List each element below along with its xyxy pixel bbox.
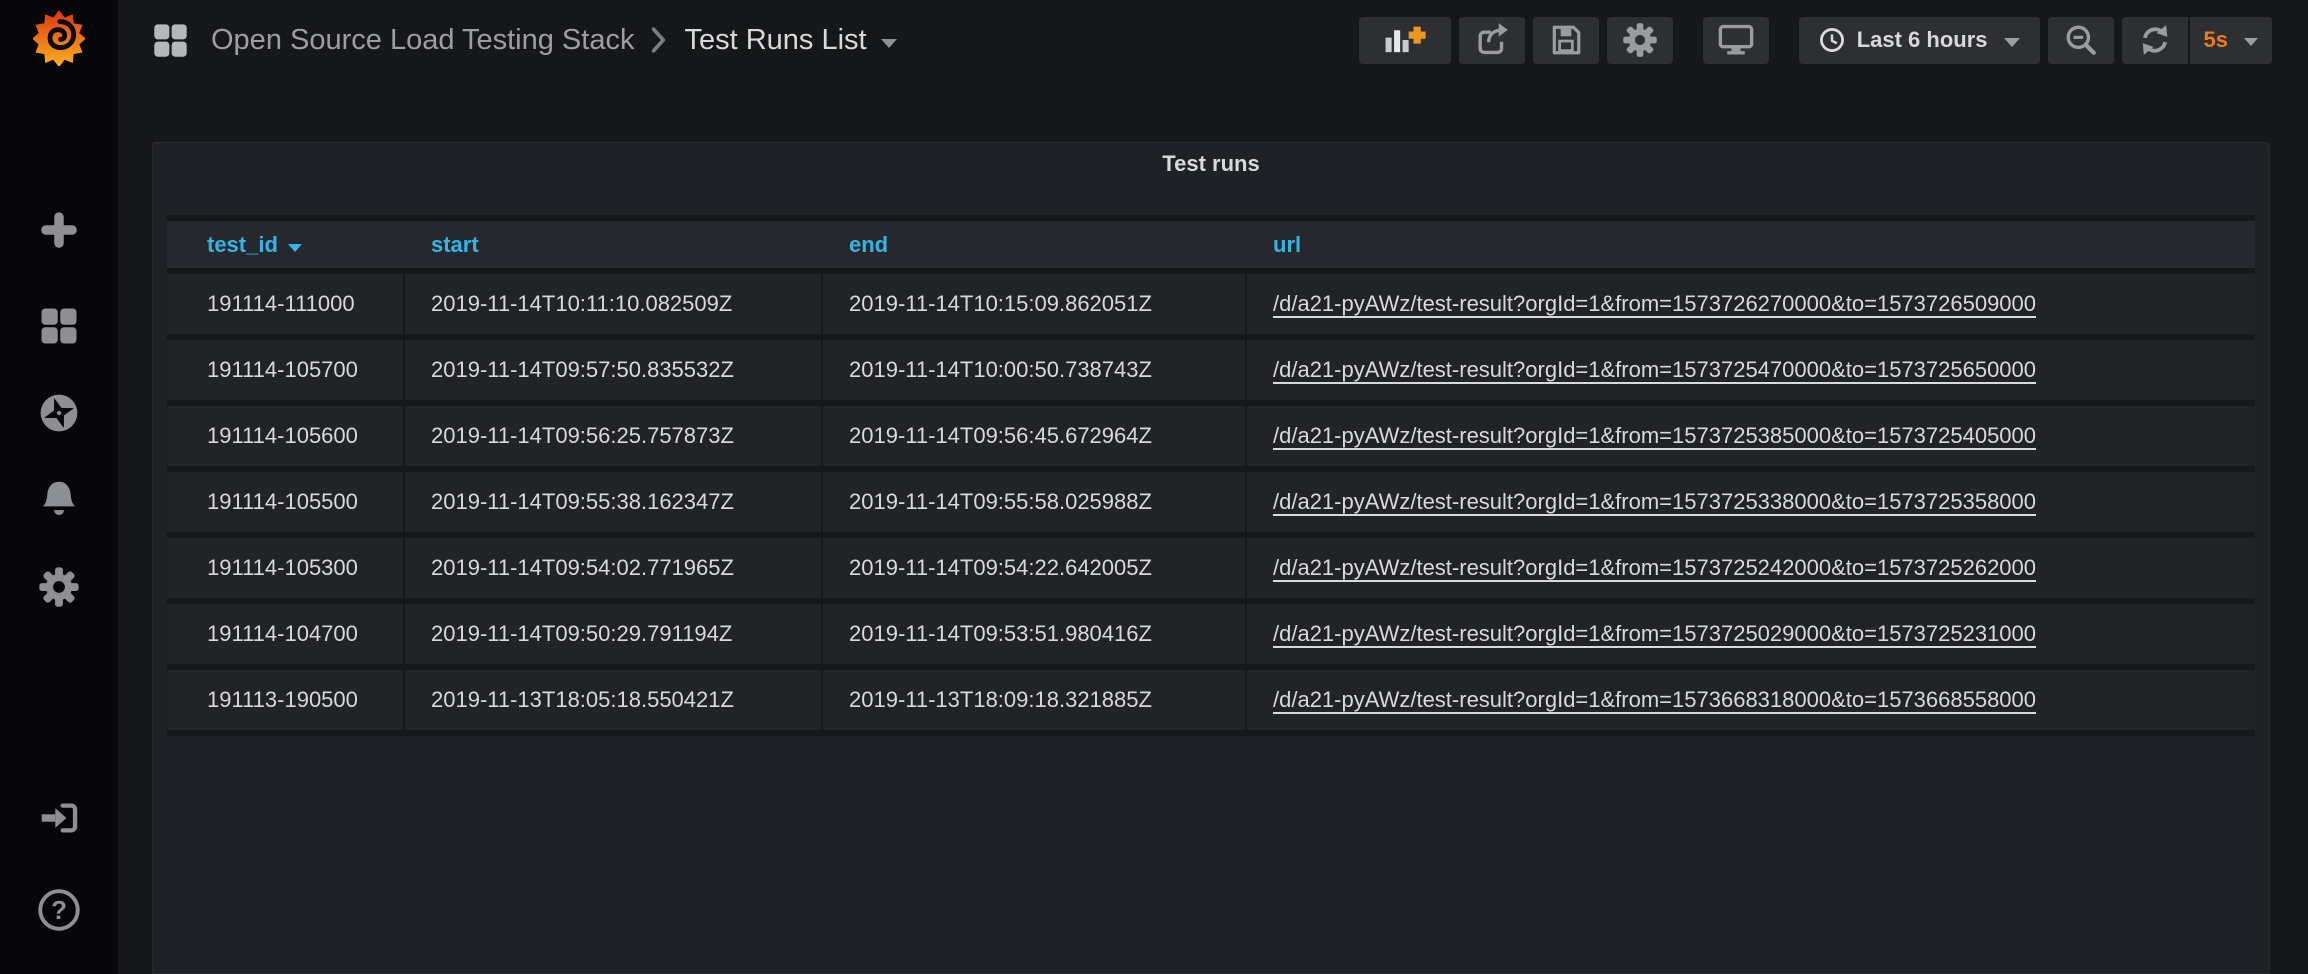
cell-test-id: 191114-105600 xyxy=(167,406,405,466)
url-link[interactable]: /d/a21-pyAWz/test-result?orgId=1&from=15… xyxy=(1273,621,2036,646)
grafana-logo[interactable] xyxy=(0,8,118,66)
url-link[interactable]: /d/a21-pyAWz/test-result?orgId=1&from=15… xyxy=(1273,687,2036,712)
chevron-down-icon xyxy=(2244,38,2258,46)
breadcrumb-chevron-icon xyxy=(650,26,668,54)
cell-url: /d/a21-pyAWz/test-result?orgId=1&from=15… xyxy=(1247,274,2255,334)
navbar-actions: Last 6 hours 5s xyxy=(1351,17,2272,64)
cell-url: /d/a21-pyAWz/test-result?orgId=1&from=15… xyxy=(1247,538,2255,598)
cell-test-id: 191114-111000 xyxy=(167,274,405,334)
cell-start: 2019-11-14T09:50:29.791194Z xyxy=(405,604,823,664)
table-row: 191114-105500 2019-11-14T09:55:38.162347… xyxy=(167,472,2255,532)
share-button[interactable] xyxy=(1459,17,1525,64)
cell-test-id: 191114-104700 xyxy=(167,604,405,664)
url-link[interactable]: /d/a21-pyAWz/test-result?orgId=1&from=15… xyxy=(1273,357,2036,382)
url-link[interactable]: /d/a21-pyAWz/test-result?orgId=1&from=15… xyxy=(1273,291,2036,316)
create-icon[interactable] xyxy=(0,211,118,249)
add-panel-button[interactable] xyxy=(1359,17,1451,64)
cell-start: 2019-11-14T09:56:25.757873Z xyxy=(405,406,823,466)
table-header-row: test_id start end url xyxy=(167,221,2255,268)
save-button[interactable] xyxy=(1533,17,1599,64)
cell-start: 2019-11-14T09:54:02.771965Z xyxy=(405,538,823,598)
url-link[interactable]: /d/a21-pyAWz/test-result?orgId=1&from=15… xyxy=(1273,555,2036,580)
column-header-start[interactable]: start xyxy=(405,221,823,268)
cell-url: /d/a21-pyAWz/test-result?orgId=1&from=15… xyxy=(1247,472,2255,532)
cell-test-id: 191114-105500 xyxy=(167,472,405,532)
table-row: 191114-105600 2019-11-14T09:56:25.757873… xyxy=(167,406,2255,466)
cell-end: 2019-11-14T09:53:51.980416Z xyxy=(823,604,1247,664)
cell-end: 2019-11-14T09:56:45.672964Z xyxy=(823,406,1247,466)
explore-icon[interactable] xyxy=(0,392,118,434)
svg-text:?: ? xyxy=(51,897,67,925)
table-row: 191114-111000 2019-11-14T10:11:10.082509… xyxy=(167,274,2255,334)
cell-start: 2019-11-14T09:55:38.162347Z xyxy=(405,472,823,532)
cell-end: 2019-11-13T18:09:18.321885Z xyxy=(823,670,1247,730)
tv-mode-button[interactable] xyxy=(1703,17,1769,64)
alerting-icon[interactable] xyxy=(0,478,118,520)
test-runs-panel: Test runs test_id start end url 191114-1… xyxy=(152,142,2270,974)
chevron-down-icon xyxy=(2004,38,2020,47)
cell-end: 2019-11-14T10:15:09.862051Z xyxy=(823,274,1247,334)
table-body: 191114-111000 2019-11-14T10:11:10.082509… xyxy=(167,274,2255,730)
apps-grid-icon[interactable] xyxy=(152,22,189,59)
url-link[interactable]: /d/a21-pyAWz/test-result?orgId=1&from=15… xyxy=(1273,423,2036,448)
cell-end: 2019-11-14T10:00:50.738743Z xyxy=(823,340,1247,400)
help-icon[interactable]: ? xyxy=(0,888,118,932)
time-range-picker[interactable]: Last 6 hours xyxy=(1799,17,2040,64)
table-row: 191113-190500 2019-11-13T18:05:18.550421… xyxy=(167,670,2255,730)
sign-in-icon[interactable] xyxy=(0,798,118,838)
sort-desc-icon xyxy=(288,244,302,252)
refresh-picker: 5s xyxy=(2122,17,2272,64)
zoom-out-button[interactable] xyxy=(2048,17,2114,64)
clock-icon xyxy=(1819,27,1845,53)
table-row: 191114-104700 2019-11-14T09:50:29.791194… xyxy=(167,604,2255,664)
table-row: 191114-105300 2019-11-14T09:54:02.771965… xyxy=(167,538,2255,598)
cell-end: 2019-11-14T09:54:22.642005Z xyxy=(823,538,1247,598)
panel-title[interactable]: Test runs xyxy=(153,143,2269,185)
sidebar: ? xyxy=(0,0,118,974)
refresh-interval-dropdown[interactable]: 5s xyxy=(2190,17,2272,64)
breadcrumb-dashboard-folder[interactable]: Open Source Load Testing Stack xyxy=(211,24,634,57)
cell-url: /d/a21-pyAWz/test-result?orgId=1&from=15… xyxy=(1247,340,2255,400)
dashboards-icon[interactable] xyxy=(0,306,118,346)
column-header-end[interactable]: end xyxy=(823,221,1247,268)
refresh-button[interactable] xyxy=(2122,17,2188,64)
url-link[interactable]: /d/a21-pyAWz/test-result?orgId=1&from=15… xyxy=(1273,489,2036,514)
column-header-url[interactable]: url xyxy=(1247,221,2255,268)
cell-test-id: 191113-190500 xyxy=(167,670,405,730)
cell-start: 2019-11-13T18:05:18.550421Z xyxy=(405,670,823,730)
cell-test-id: 191114-105300 xyxy=(167,538,405,598)
cell-end: 2019-11-14T09:55:58.025988Z xyxy=(823,472,1247,532)
breadcrumb-page-title[interactable]: Test Runs List xyxy=(684,24,896,57)
configuration-icon[interactable] xyxy=(0,566,118,608)
cell-url: /d/a21-pyAWz/test-result?orgId=1&from=15… xyxy=(1247,604,2255,664)
dashboard-settings-button[interactable] xyxy=(1607,17,1673,64)
test-runs-table: test_id start end url 191114-111000 2019… xyxy=(167,215,2255,736)
cell-url: /d/a21-pyAWz/test-result?orgId=1&from=15… xyxy=(1247,406,2255,466)
cell-start: 2019-11-14T10:11:10.082509Z xyxy=(405,274,823,334)
chevron-down-icon xyxy=(881,39,897,48)
column-header-test-id[interactable]: test_id xyxy=(167,221,405,268)
cell-url: /d/a21-pyAWz/test-result?orgId=1&from=15… xyxy=(1247,670,2255,730)
dashboard-navbar: Open Source Load Testing Stack Test Runs… xyxy=(118,0,2308,80)
cell-test-id: 191114-105700 xyxy=(167,340,405,400)
cell-start: 2019-11-14T09:57:50.835532Z xyxy=(405,340,823,400)
table-row: 191114-105700 2019-11-14T09:57:50.835532… xyxy=(167,340,2255,400)
